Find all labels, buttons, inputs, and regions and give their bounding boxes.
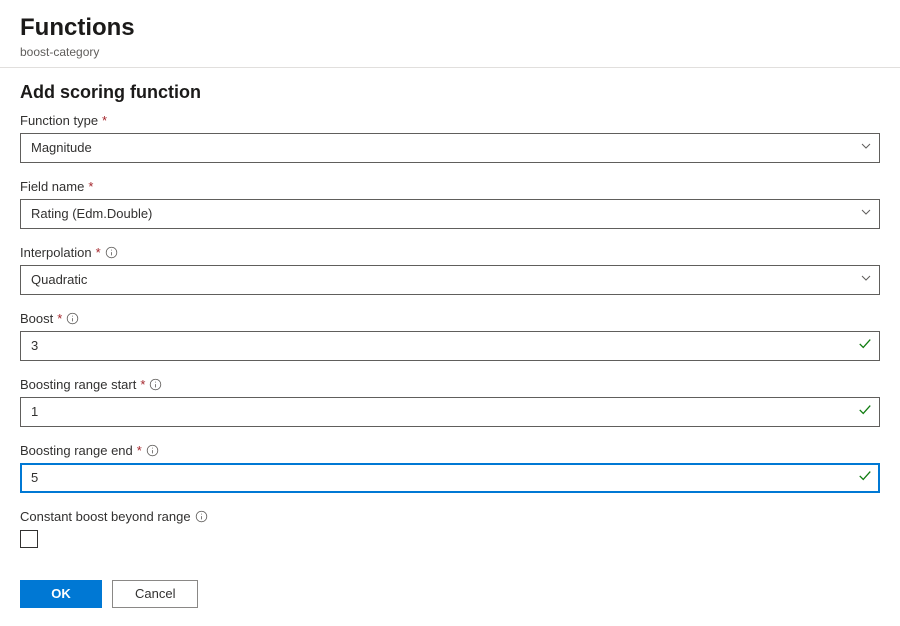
function-type-select[interactable]: Magnitude [20,133,880,163]
field-name-label: Field name * [20,179,880,194]
range-end-label: Boosting range end * [20,443,880,458]
constant-beyond-checkbox-wrap [20,530,880,552]
required-asterisk: * [57,311,62,326]
label-text: Function type [20,113,98,128]
label-text: Boosting range end [20,443,133,458]
field-range-end: Boosting range end * [20,443,880,493]
ok-button[interactable]: OK [20,580,102,608]
panel-header: Functions boost-category [0,0,900,68]
boost-input[interactable] [20,331,880,361]
page-subtitle: boost-category [20,45,135,59]
field-interpolation: Interpolation * Quadratic [20,245,880,295]
select-value: Magnitude [31,140,92,155]
label-text: Interpolation [20,245,92,260]
label-text: Boosting range start [20,377,136,392]
range-end-input-wrap [20,463,880,493]
boost-label: Boost * [20,311,880,326]
constant-beyond-checkbox[interactable] [20,530,38,548]
field-field-name: Field name * Rating (Edm.Double) [20,179,880,229]
section-title: Add scoring function [20,82,880,103]
info-icon[interactable] [66,312,79,325]
function-type-label: Function type * [20,113,880,128]
required-asterisk: * [140,377,145,392]
field-range-start: Boosting range start * [20,377,880,427]
close-button[interactable] [866,14,878,42]
constant-beyond-label: Constant boost beyond range [20,509,880,524]
info-icon[interactable] [146,444,159,457]
function-type-select-wrap: Magnitude [20,133,880,163]
cancel-button[interactable]: Cancel [112,580,198,608]
header-text: Functions boost-category [20,14,135,59]
range-start-input[interactable] [20,397,880,427]
field-name-select[interactable]: Rating (Edm.Double) [20,199,880,229]
select-value: Quadratic [31,272,87,287]
field-function-type: Function type * Magnitude [20,113,880,163]
range-start-input-wrap [20,397,880,427]
interpolation-select[interactable]: Quadratic [20,265,880,295]
form-content: Add scoring function Function type * Mag… [0,68,900,626]
label-text: Boost [20,311,53,326]
button-row: OK Cancel [20,580,880,608]
label-text: Constant boost beyond range [20,509,191,524]
info-icon[interactable] [195,510,208,523]
info-icon[interactable] [105,246,118,259]
field-boost: Boost * [20,311,880,361]
field-name-select-wrap: Rating (Edm.Double) [20,199,880,229]
boost-input-wrap [20,331,880,361]
field-constant-beyond: Constant boost beyond range [20,509,880,552]
range-start-label: Boosting range start * [20,377,880,392]
range-end-input[interactable] [20,463,880,493]
info-icon[interactable] [149,378,162,391]
required-asterisk: * [137,443,142,458]
required-asterisk: * [102,113,107,128]
select-value: Rating (Edm.Double) [31,206,152,221]
required-asterisk: * [88,179,93,194]
interpolation-label: Interpolation * [20,245,880,260]
required-asterisk: * [96,245,101,260]
interpolation-select-wrap: Quadratic [20,265,880,295]
label-text: Field name [20,179,84,194]
page-title: Functions [20,14,135,43]
